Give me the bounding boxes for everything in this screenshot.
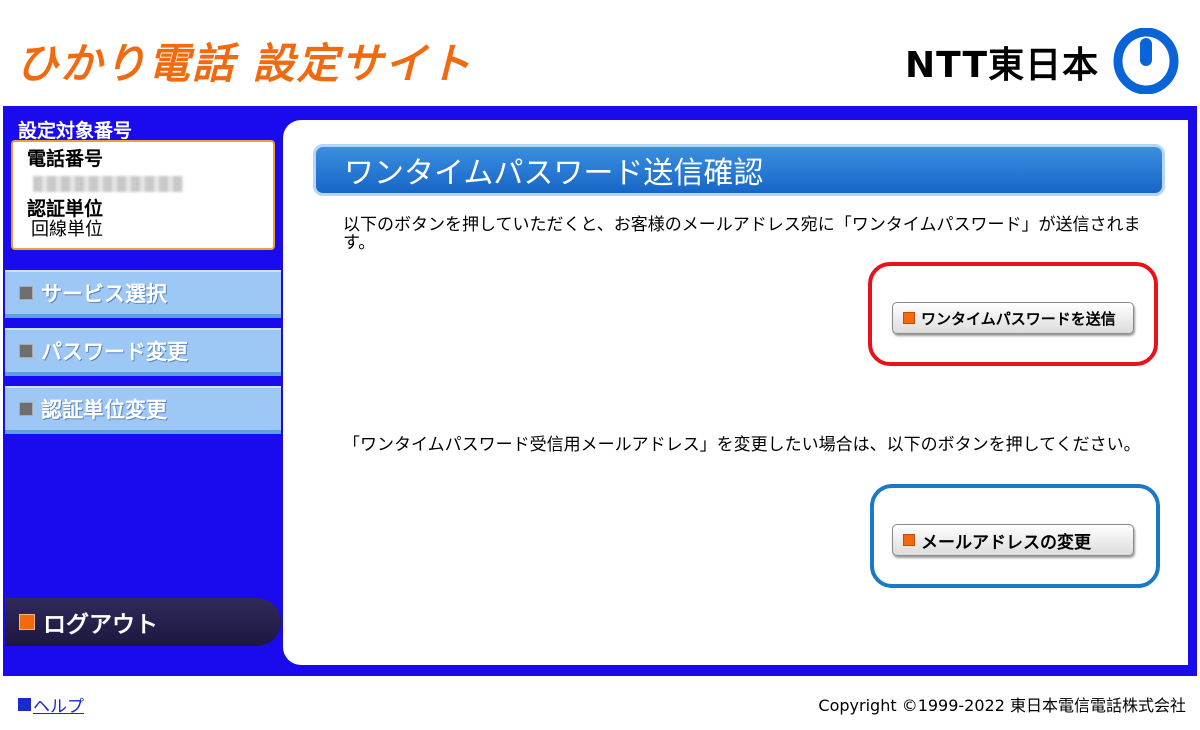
square-bullet-icon bbox=[19, 614, 35, 630]
change-email-button[interactable]: メールアドレスの変更 bbox=[892, 524, 1134, 556]
auth-unit-value: 回線単位 bbox=[31, 219, 103, 240]
ntt-logo-icon bbox=[1113, 28, 1179, 94]
logout-button[interactable]: ログアウト bbox=[5, 598, 281, 646]
square-bullet-icon bbox=[19, 402, 33, 416]
sidebar-item-label: サービス選択 bbox=[41, 282, 167, 306]
phone-number-label: 電話番号 bbox=[27, 148, 104, 170]
page-title-bar: ワンタイムパスワード送信確認 bbox=[313, 144, 1165, 196]
square-bullet-icon bbox=[903, 534, 915, 546]
change-email-button-label: メールアドレスの変更 bbox=[921, 532, 1091, 553]
target-info-box: 電話番号 認証単位 回線単位 bbox=[11, 140, 275, 250]
change-email-description: 「ワンタイムパスワード受信用メールアドレス」を変更したい場合は、以下のボタンを押… bbox=[343, 435, 1141, 455]
target-number-heading: 設定対象番号 bbox=[18, 120, 133, 142]
send-button-label: ワンタイムパスワードを送信 bbox=[921, 309, 1116, 328]
help-link[interactable]: ヘルプ bbox=[18, 692, 84, 717]
site-title: ひかり電話 設定サイト bbox=[16, 39, 473, 88]
sidebar-item-password-change[interactable]: パスワード変更 bbox=[5, 328, 281, 376]
sidebar-item-service-select[interactable]: サービス選択 bbox=[5, 270, 281, 318]
help-link-label: ヘルプ bbox=[33, 697, 84, 717]
phone-number-value-redacted bbox=[33, 176, 183, 192]
sidebar-item-label: パスワード変更 bbox=[41, 340, 188, 364]
auth-unit-label: 認証単位 bbox=[27, 198, 104, 220]
main-frame: 設定対象番号 電話番号 認証単位 回線単位 サービス選択 パスワード変更 認証単… bbox=[3, 106, 1197, 676]
square-bullet-icon bbox=[903, 312, 915, 324]
square-bullet-icon bbox=[18, 698, 31, 711]
sidebar-item-auth-unit-change[interactable]: 認証単位変更 bbox=[5, 386, 281, 434]
square-bullet-icon bbox=[19, 286, 33, 300]
page-title: ワンタイムパスワード送信確認 bbox=[344, 156, 764, 191]
copyright-text: Copyright ©1999-2022 東日本電信電話株式会社 bbox=[818, 696, 1186, 715]
send-one-time-password-button[interactable]: ワンタイムパスワードを送信 bbox=[892, 302, 1134, 334]
header: ひかり電話 設定サイト NTT東日本 bbox=[0, 0, 1200, 106]
send-description: 以下のボタンを押していただくと、お客様のメールアドレス宛に「ワンタイムパスワード… bbox=[343, 215, 1141, 253]
square-bullet-icon bbox=[19, 344, 33, 358]
logout-label: ログアウト bbox=[43, 612, 158, 638]
sidebar-item-label: 認証単位変更 bbox=[41, 398, 167, 422]
content-panel: ワンタイムパスワード送信確認 以下のボタンを押していただくと、お客様のメールアド… bbox=[283, 120, 1188, 665]
company-logo-text: NTT東日本 bbox=[905, 45, 1100, 86]
